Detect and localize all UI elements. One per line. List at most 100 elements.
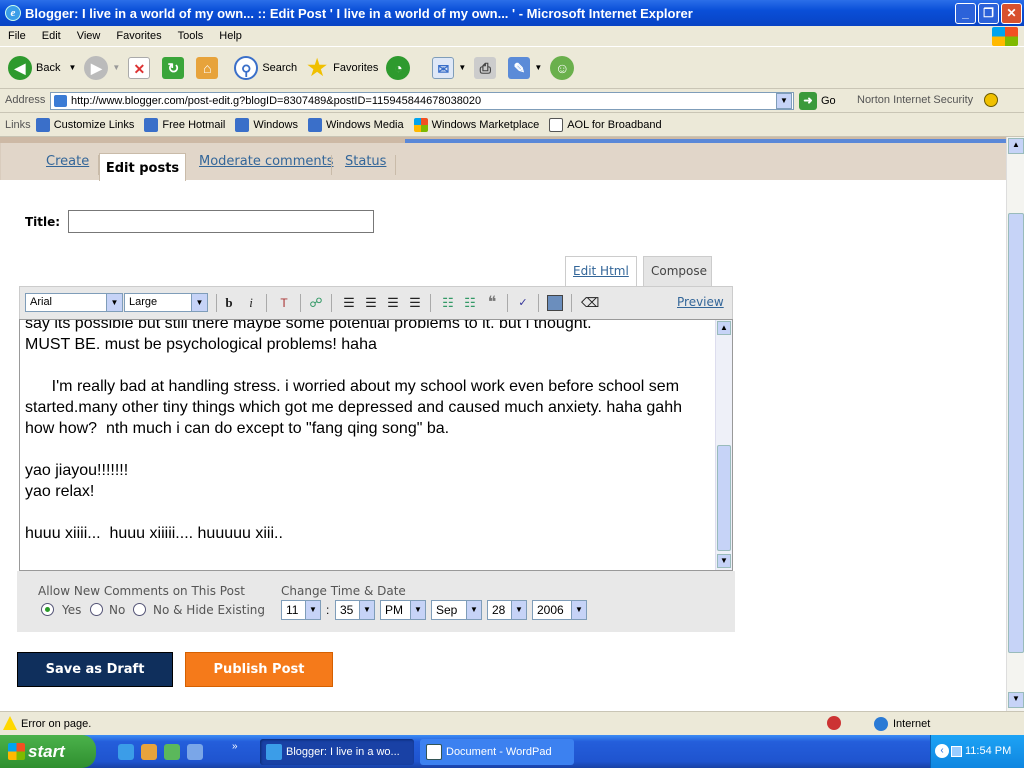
refresh-button[interactable]: ↻ (162, 56, 188, 79)
bullet-list-icon[interactable]: ☷ (462, 295, 478, 311)
window-title-bar[interactable]: e Blogger: I live in a world of my own..… (0, 0, 1024, 26)
task-blogger[interactable]: Blogger: I live in a wo... (260, 739, 414, 765)
favorites-button[interactable]: ★ Favorites (305, 55, 378, 80)
editor-scrollbar[interactable]: ▲ ▼ (715, 320, 732, 570)
menu-tools[interactable]: Tools (170, 30, 212, 42)
print-button[interactable]: ⎙ (474, 56, 500, 79)
tab-edit-html[interactable]: Edit Html (565, 256, 637, 286)
home-button[interactable]: ⌂ (196, 56, 222, 79)
day-select[interactable]: 28 ▼ (487, 600, 527, 620)
align-justify-icon[interactable]: ☰ (407, 295, 423, 311)
popup-blocker-icon[interactable] (827, 716, 841, 730)
forward-button[interactable]: ▶ ▼ (84, 55, 120, 80)
mail-button[interactable]: ✉ ▼ (432, 56, 466, 79)
post-title-input[interactable] (68, 210, 374, 233)
bold-icon[interactable]: b (221, 295, 237, 311)
hour-select[interactable]: 11 ▼ (281, 600, 321, 620)
address-input[interactable]: http://www.blogger.com/post-edit.g?blogI… (50, 92, 794, 110)
link-customize[interactable]: Customize Links (35, 117, 135, 132)
mail-dropdown-icon[interactable]: ▼ (458, 63, 466, 72)
align-left-icon[interactable]: ☰ (341, 295, 357, 311)
editor-scroll-thumb[interactable] (717, 445, 731, 551)
link-label: Customize Links (53, 118, 135, 131)
close-button[interactable]: ✕ (1001, 3, 1022, 24)
scroll-up-icon[interactable]: ▲ (717, 321, 731, 335)
post-body-editor[interactable]: say its possible but still there maybe s… (19, 319, 733, 571)
minute-select[interactable]: 35 ▼ (335, 600, 375, 620)
status-text[interactable]: Error on page. (21, 718, 91, 730)
month-select[interactable]: Sep ▼ (431, 600, 482, 620)
link-windows[interactable]: Windows (235, 117, 298, 132)
go-button[interactable]: ➜ Go (799, 92, 836, 110)
align-right-icon[interactable]: ☰ (385, 295, 401, 311)
scroll-down-icon[interactable]: ▼ (1008, 692, 1024, 708)
comments-yes-radio[interactable] (41, 603, 54, 616)
year-select[interactable]: 2006 ▼ (532, 600, 587, 620)
minimize-button[interactable]: _ (955, 3, 976, 24)
norton-icon[interactable] (984, 93, 998, 107)
edit-button[interactable]: ✎ ▼ (508, 56, 542, 79)
size-select[interactable]: Large ▼ (124, 293, 208, 312)
page-scroll-thumb[interactable] (1008, 213, 1024, 653)
image-icon[interactable] (547, 295, 563, 311)
search-button[interactable]: ⚲ Search (234, 55, 297, 80)
spellcheck-icon[interactable]: ✓ (515, 295, 531, 311)
preview-link[interactable]: Preview (677, 295, 724, 309)
menu-help[interactable]: Help (211, 30, 250, 42)
menu-favorites[interactable]: Favorites (108, 30, 169, 42)
tab-status[interactable]: Status (345, 154, 386, 169)
stop-button[interactable]: ✕ (128, 56, 154, 79)
year-value: 2006 (537, 603, 564, 617)
link-windows-media[interactable]: Windows Media (307, 117, 404, 132)
task-wordpad[interactable]: Document - WordPad (420, 739, 574, 765)
hour-value: 11 (286, 603, 299, 617)
back-button[interactable]: ◀ Back ▼ (8, 55, 76, 80)
scroll-down-icon[interactable]: ▼ (717, 554, 731, 568)
history-button[interactable]: ◔ (386, 55, 414, 80)
eraser-icon[interactable]: ⌫ (581, 295, 599, 311)
clock[interactable]: 11:54 PM (965, 745, 1011, 757)
blockquote-icon[interactable]: ❝ (484, 295, 500, 311)
ampm-select[interactable]: PM ▼ (380, 600, 426, 620)
save-draft-button[interactable]: Save as Draft (17, 652, 173, 687)
text-color-icon[interactable]: T (276, 295, 292, 311)
tab-moderate-comments[interactable]: Moderate comments (199, 154, 334, 169)
warning-icon[interactable] (3, 716, 17, 730)
tab-edit-posts[interactable]: Edit posts (99, 153, 186, 181)
menu-view[interactable]: View (69, 30, 109, 42)
start-button[interactable]: start (0, 735, 96, 768)
search-quicklaunch-icon[interactable] (187, 744, 203, 760)
link-windows-marketplace[interactable]: Windows Marketplace (413, 117, 539, 132)
italic-icon[interactable]: i (243, 295, 259, 311)
publish-post-button[interactable]: Publish Post (185, 652, 333, 687)
ie-quicklaunch-icon[interactable] (118, 744, 134, 760)
comments-hide-radio[interactable] (133, 603, 146, 616)
network-icon[interactable] (951, 746, 962, 757)
messenger-quicklaunch-icon[interactable] (141, 744, 157, 760)
media-quicklaunch-icon[interactable] (164, 744, 180, 760)
taskbar: start » Blogger: I live in a wo... Docum… (0, 735, 1024, 768)
numbered-list-icon[interactable]: ☷ (440, 295, 456, 311)
page-scrollbar[interactable]: ▲ ▼ (1006, 137, 1024, 711)
back-arrow-icon: ◀ (8, 55, 32, 80)
link-aol[interactable]: AOL for Broadband (549, 117, 662, 132)
forward-dropdown-icon[interactable]: ▼ (112, 63, 120, 72)
messenger-button[interactable]: ☺ (550, 55, 578, 80)
restore-button[interactable]: ❐ (978, 3, 999, 24)
scroll-up-icon[interactable]: ▲ (1008, 138, 1024, 154)
link-hotmail[interactable]: Free Hotmail (144, 117, 225, 132)
menu-file[interactable]: File (0, 30, 34, 42)
quicklaunch-more-icon[interactable]: » (232, 741, 238, 752)
font-select[interactable]: Arial ▼ (25, 293, 123, 312)
back-dropdown-icon[interactable]: ▼ (68, 63, 76, 72)
tray-expand-icon[interactable]: ‹ (935, 744, 949, 758)
comments-no-radio[interactable] (90, 603, 103, 616)
align-center-icon[interactable]: ☰ (363, 295, 379, 311)
menu-edit[interactable]: Edit (34, 30, 69, 42)
edit-dropdown-icon[interactable]: ▼ (534, 63, 542, 72)
menu-bar: File Edit View Favorites Tools Help (0, 26, 1024, 47)
address-dropdown-icon[interactable]: ▼ (776, 93, 792, 109)
tab-compose[interactable]: Compose (643, 256, 712, 286)
link-icon[interactable]: ☍ (308, 295, 324, 311)
tab-create[interactable]: Create (46, 154, 89, 169)
